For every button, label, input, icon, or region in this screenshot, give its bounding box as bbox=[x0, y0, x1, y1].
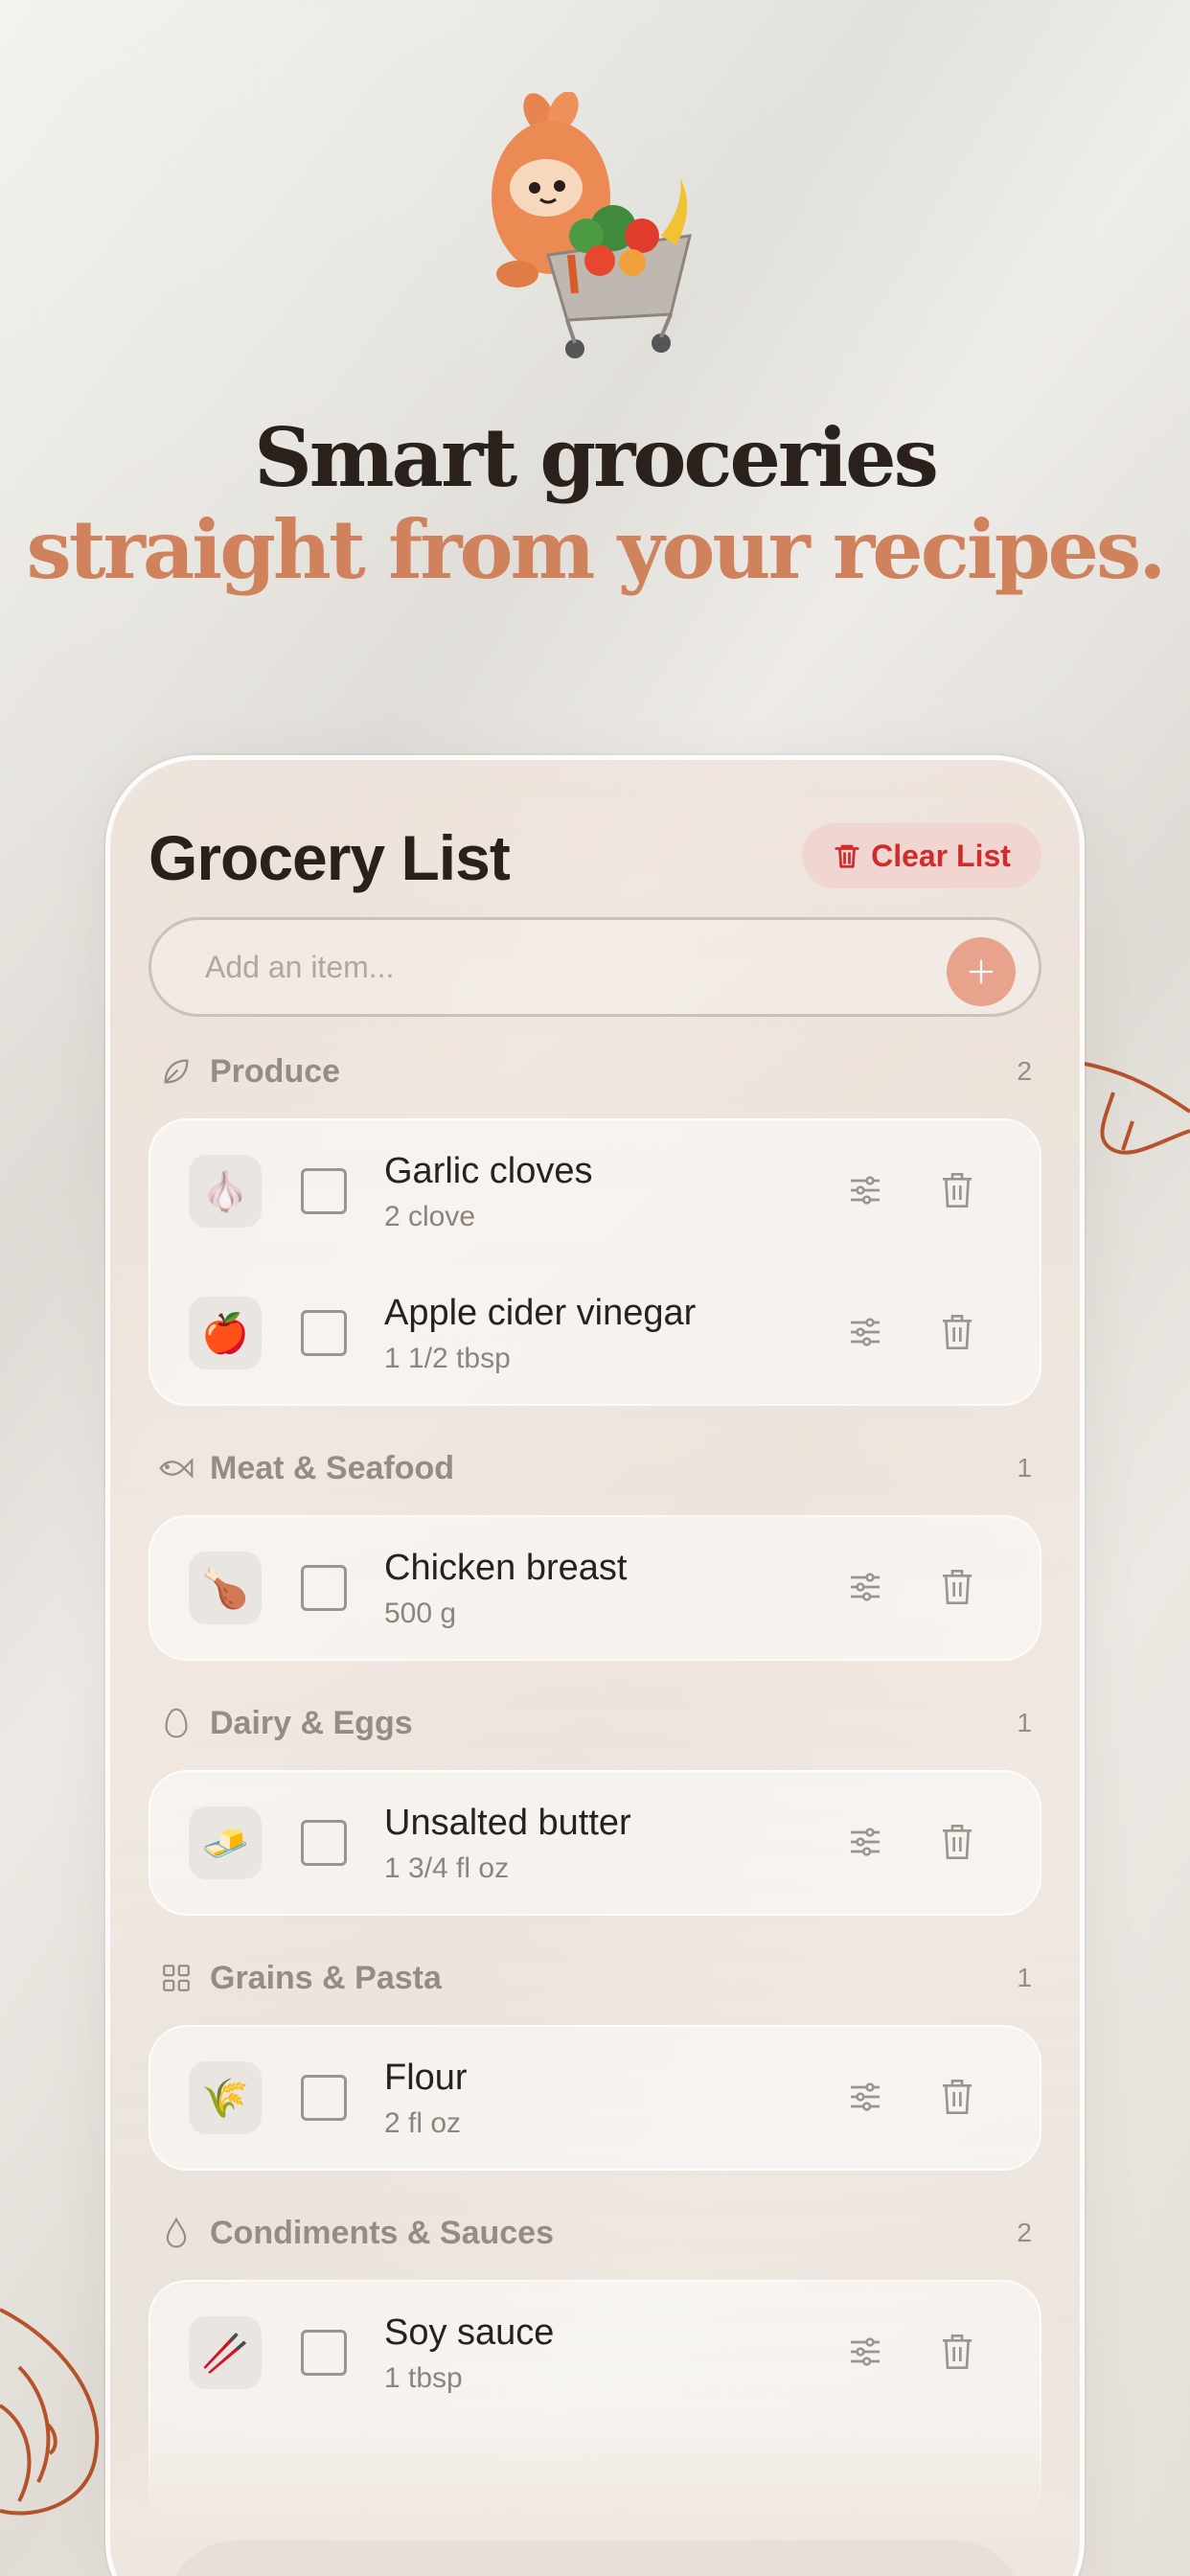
apple-emoji-icon: 🍎 bbox=[189, 1297, 262, 1369]
item-quantity: 2 clove bbox=[384, 1201, 476, 1232]
delete-item-button[interactable] bbox=[936, 1310, 978, 1356]
egg-icon bbox=[158, 1705, 195, 1741]
phone-mockup: Grocery List Clear List Produce 2 bbox=[105, 755, 1085, 2576]
item-checkbox[interactable] bbox=[301, 1820, 347, 1866]
delete-item-button[interactable] bbox=[936, 1820, 978, 1866]
item-name: Garlic cloves bbox=[384, 1151, 593, 1191]
decorative-garlic-line-art bbox=[0, 2308, 100, 2516]
item-checkbox[interactable] bbox=[301, 1565, 347, 1611]
item-name: Apple cider vinegar bbox=[384, 1293, 697, 1333]
section-name: Produce bbox=[210, 1052, 341, 1090]
list-item: 🍗 Chicken breast 500 g bbox=[150, 1517, 1040, 1659]
section-header-condiments-sauces: Condiments & Sauces 2 bbox=[158, 2209, 1032, 2257]
grid-icon bbox=[158, 1960, 195, 1996]
section-group-produce: 🧄 Garlic cloves 2 clove 🍎 Apple cider vi… bbox=[149, 1118, 1041, 1406]
leaf-icon bbox=[158, 1053, 195, 1090]
headline-line-2: straight from your recipes. bbox=[26, 502, 1167, 597]
item-quantity: 1 1/2 tbsp bbox=[384, 1343, 511, 1374]
chicken-leg-emoji-icon: 🍗 bbox=[189, 1552, 262, 1624]
top-bar: Grocery List Clear List bbox=[149, 817, 1041, 894]
add-item-input[interactable] bbox=[205, 920, 876, 1014]
page-title: Grocery List bbox=[149, 822, 511, 893]
garlic-emoji-icon: 🧄 bbox=[189, 1155, 262, 1228]
item-quantity: 1 tbsp bbox=[384, 2362, 463, 2394]
list-item: 🌾 Flour 2 fl oz bbox=[150, 2027, 1040, 2169]
hero-headline: Smart groceries straight from your recip… bbox=[0, 412, 1190, 596]
list-item: 🍎 Apple cider vinegar 1 1/2 tbsp bbox=[150, 1262, 1040, 1404]
adjust-item-button[interactable] bbox=[844, 1312, 886, 1354]
clear-list-label: Clear List bbox=[871, 838, 1011, 873]
item-name: Chicken breast bbox=[384, 1548, 628, 1588]
item-checkbox[interactable] bbox=[301, 2330, 347, 2376]
trash-icon bbox=[943, 1314, 972, 1349]
mascot-shopping-cart-illustration bbox=[492, 92, 692, 358]
delete-item-button[interactable] bbox=[936, 2330, 978, 2376]
item-checkbox[interactable] bbox=[301, 1168, 347, 1214]
item-name: Unsalted butter bbox=[384, 1803, 631, 1843]
chopsticks-emoji-icon: 🥢 bbox=[189, 2316, 262, 2389]
list-item: 🧈 Unsalted butter 1 3/4 fl oz bbox=[150, 1772, 1040, 1914]
sliders-icon bbox=[851, 1317, 880, 1346]
headline-line-1: Smart groceries bbox=[254, 410, 939, 505]
item-name: Soy sauce bbox=[384, 2312, 555, 2353]
item-checkbox[interactable] bbox=[301, 1310, 347, 1356]
droplet-icon bbox=[158, 2215, 195, 2251]
section-header-meat-seafood: Meat & Seafood 1 bbox=[158, 1444, 1032, 1492]
trash-icon bbox=[943, 2079, 972, 2114]
section-header-dairy-eggs: Dairy & Eggs 1 bbox=[158, 1699, 1032, 1747]
plus-icon bbox=[969, 959, 994, 984]
section-name: Grains & Pasta bbox=[210, 1959, 442, 1996]
add-item-button[interactable] bbox=[947, 937, 1016, 1006]
adjust-item-button[interactable] bbox=[844, 1170, 886, 1212]
section-group-meat-seafood: 🍗 Chicken breast 500 g bbox=[149, 1515, 1041, 1661]
butter-emoji-icon: 🧈 bbox=[189, 1806, 262, 1879]
trash-icon bbox=[943, 1824, 972, 1859]
section-name: Dairy & Eggs bbox=[210, 1704, 413, 1741]
adjust-item-button[interactable] bbox=[844, 1822, 886, 1864]
add-item-bar bbox=[149, 917, 1041, 1017]
section-header-produce: Produce 2 bbox=[158, 1047, 1032, 1095]
trash-icon bbox=[943, 2334, 972, 2369]
sliders-icon bbox=[851, 1572, 880, 1601]
adjust-item-button[interactable] bbox=[844, 2332, 886, 2374]
section-name: Condiments & Sauces bbox=[210, 2214, 554, 2251]
section-count: 1 bbox=[1017, 1453, 1032, 1483]
delete-item-button[interactable] bbox=[936, 1168, 978, 1214]
item-quantity: 1 3/4 fl oz bbox=[384, 1852, 510, 1884]
list-item: 🧄 Garlic cloves 2 clove bbox=[150, 1120, 1040, 1262]
sliders-icon bbox=[851, 1827, 880, 1856]
section-group-dairy-eggs: 🧈 Unsalted butter 1 3/4 fl oz bbox=[149, 1770, 1041, 1916]
sliders-icon bbox=[851, 2082, 880, 2111]
item-name: Flour bbox=[384, 2058, 468, 2098]
section-group-grains-pasta: 🌾 Flour 2 fl oz bbox=[149, 2025, 1041, 2171]
section-count: 1 bbox=[1017, 1708, 1032, 1737]
section-count: 2 bbox=[1017, 1056, 1032, 1086]
section-count: 2 bbox=[1017, 2218, 1032, 2247]
fish-icon bbox=[158, 1450, 195, 1486]
sliders-icon bbox=[851, 1175, 880, 1205]
clear-list-button[interactable]: Clear List bbox=[802, 823, 1041, 888]
trash-icon bbox=[835, 844, 859, 868]
sliders-icon bbox=[851, 2336, 880, 2366]
section-name: Meat & Seafood bbox=[210, 1449, 455, 1486]
bottom-tab-bar bbox=[168, 2541, 1022, 2576]
item-quantity: 2 fl oz bbox=[384, 2107, 462, 2139]
section-header-grains-pasta: Grains & Pasta 1 bbox=[158, 1954, 1032, 2002]
item-checkbox[interactable] bbox=[301, 2075, 347, 2121]
trash-icon bbox=[943, 1172, 972, 1208]
section-count: 1 bbox=[1017, 1963, 1032, 1992]
adjust-item-button[interactable] bbox=[844, 1567, 886, 1609]
delete-item-button[interactable] bbox=[936, 2075, 978, 2121]
decorative-hand-line-art bbox=[1084, 1062, 1190, 1155]
rice-plant-emoji-icon: 🌾 bbox=[189, 2061, 262, 2134]
adjust-item-button[interactable] bbox=[844, 2077, 886, 2119]
item-quantity: 500 g bbox=[384, 1598, 457, 1629]
list-item: 🥢 Soy sauce 1 tbsp bbox=[150, 2282, 1040, 2424]
delete-item-button[interactable] bbox=[936, 1565, 978, 1611]
trash-icon bbox=[943, 1569, 972, 1604]
